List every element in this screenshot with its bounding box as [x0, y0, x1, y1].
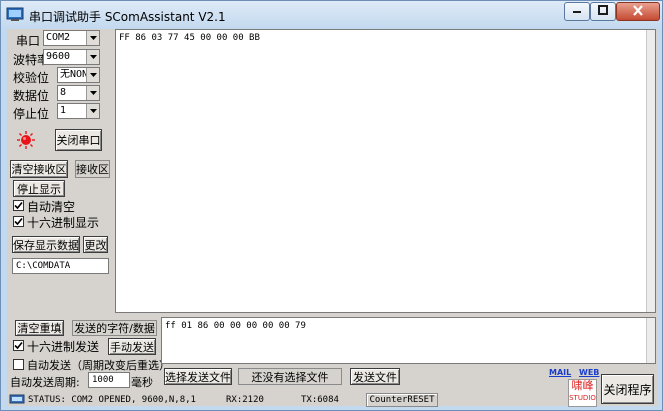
serial-port-icon [6, 6, 24, 22]
parity-select[interactable]: 无NONE [57, 67, 100, 83]
rx-counter: RX:2120 [226, 395, 264, 405]
databits-label: 数据位 [13, 89, 50, 103]
port-value: COM2 [46, 32, 71, 43]
stopbits-label: 停止位 [13, 107, 50, 121]
chevron-down-icon [86, 104, 99, 118]
hex-send-label: 十六进制发送 [27, 340, 100, 354]
chevron-down-icon [86, 50, 99, 64]
auto-send-checkbox[interactable] [13, 359, 24, 370]
web-link[interactable]: WEB [579, 368, 599, 377]
minimize-button[interactable] [564, 2, 590, 21]
select-file-button[interactable]: 选择发送文件 [164, 368, 232, 385]
auto-period-unit: 毫秒 [131, 376, 153, 389]
save-path-field[interactable]: C:\COMDATA [12, 258, 109, 274]
logo-text: 啸峰 [571, 379, 594, 392]
maximize-icon [598, 5, 608, 18]
status-text: STATUS: COM2 OPENED, 9600,N,8,1 [28, 395, 196, 405]
port-status-icon [9, 393, 25, 408]
change-path-button[interactable]: 更改 [83, 236, 108, 253]
baud-select[interactable]: 9600 [43, 49, 100, 65]
auto-clear-label: 自动清空 [27, 200, 76, 214]
tx-counter: TX:6084 [301, 395, 339, 405]
no-file-label: 还没有选择文件 [238, 368, 342, 385]
counter-reset-button[interactable]: CounterRESET [366, 393, 438, 407]
red-indicator-icon [17, 131, 35, 152]
parity-label: 校验位 [13, 71, 50, 85]
close-icon [632, 4, 644, 19]
auto-clear-checkbox[interactable] [13, 200, 24, 211]
save-data-button[interactable]: 保存显示数据 [12, 236, 80, 253]
hex-display-checkbox[interactable] [13, 216, 24, 227]
client-area: 串口 COM2 波特率 9600 校验位 无NONE 数据位 8 停止位 1 关… [7, 29, 658, 408]
auto-period-input[interactable]: 1000 [88, 372, 130, 388]
close-port-button[interactable]: 关闭串口 [55, 129, 102, 151]
stopbits-select[interactable]: 1 [57, 103, 100, 119]
hex-display-label: 十六进制显示 [27, 216, 100, 230]
title-bar[interactable]: 串口调试助手 SComAssistant V2.1 [1, 1, 662, 29]
send-file-button[interactable]: 发送文件 [350, 368, 400, 385]
databits-select[interactable]: 8 [57, 85, 100, 101]
send-scrollbar[interactable] [646, 318, 655, 363]
studio-logo[interactable]: 啸峰 STUDIO [568, 379, 597, 407]
minimize-icon [572, 5, 582, 18]
clear-resend-button[interactable]: 清空重填 [15, 320, 64, 336]
window-title: 串口调试助手 SComAssistant V2.1 [29, 10, 226, 24]
receive-textarea[interactable]: FF 86 03 77 45 00 00 00 BB [115, 29, 656, 313]
stopbits-value: 1 [60, 105, 67, 116]
port-select[interactable]: COM2 [43, 30, 100, 46]
app-window: 串口调试助手 SComAssistant V2.1 串口 COM2 波特率 96… [0, 0, 663, 411]
port-label: 串口 [16, 34, 41, 48]
databits-value: 8 [60, 87, 67, 98]
logo-sub: STUDIO [569, 394, 596, 402]
chevron-down-icon [86, 86, 99, 100]
chevron-down-icon [86, 68, 99, 82]
baud-value: 9600 [46, 51, 71, 62]
mail-link[interactable]: MAIL [549, 368, 571, 377]
close-program-button[interactable]: 关闭程序 [601, 374, 654, 404]
stop-display-button[interactable]: 停止显示 [13, 180, 65, 197]
clear-receive-button[interactable]: 清空接收区 [10, 160, 68, 178]
sent-chars-label: 发送的字符/数据 [72, 320, 157, 336]
chevron-down-icon [86, 31, 99, 45]
auto-period-label: 自动发送周期: [10, 376, 80, 389]
auto-send-label: 自动发送（周期改变后重选） [27, 359, 170, 372]
maximize-button[interactable] [590, 2, 616, 21]
manual-send-button[interactable]: 手动发送 [108, 338, 156, 355]
close-button[interactable] [616, 2, 660, 21]
receive-scrollbar[interactable] [646, 30, 655, 312]
hex-send-checkbox[interactable] [13, 340, 24, 351]
send-textarea[interactable]: ff 01 86 00 00 00 00 00 79 [161, 317, 656, 364]
receive-area-label: 接收区 [75, 160, 110, 178]
